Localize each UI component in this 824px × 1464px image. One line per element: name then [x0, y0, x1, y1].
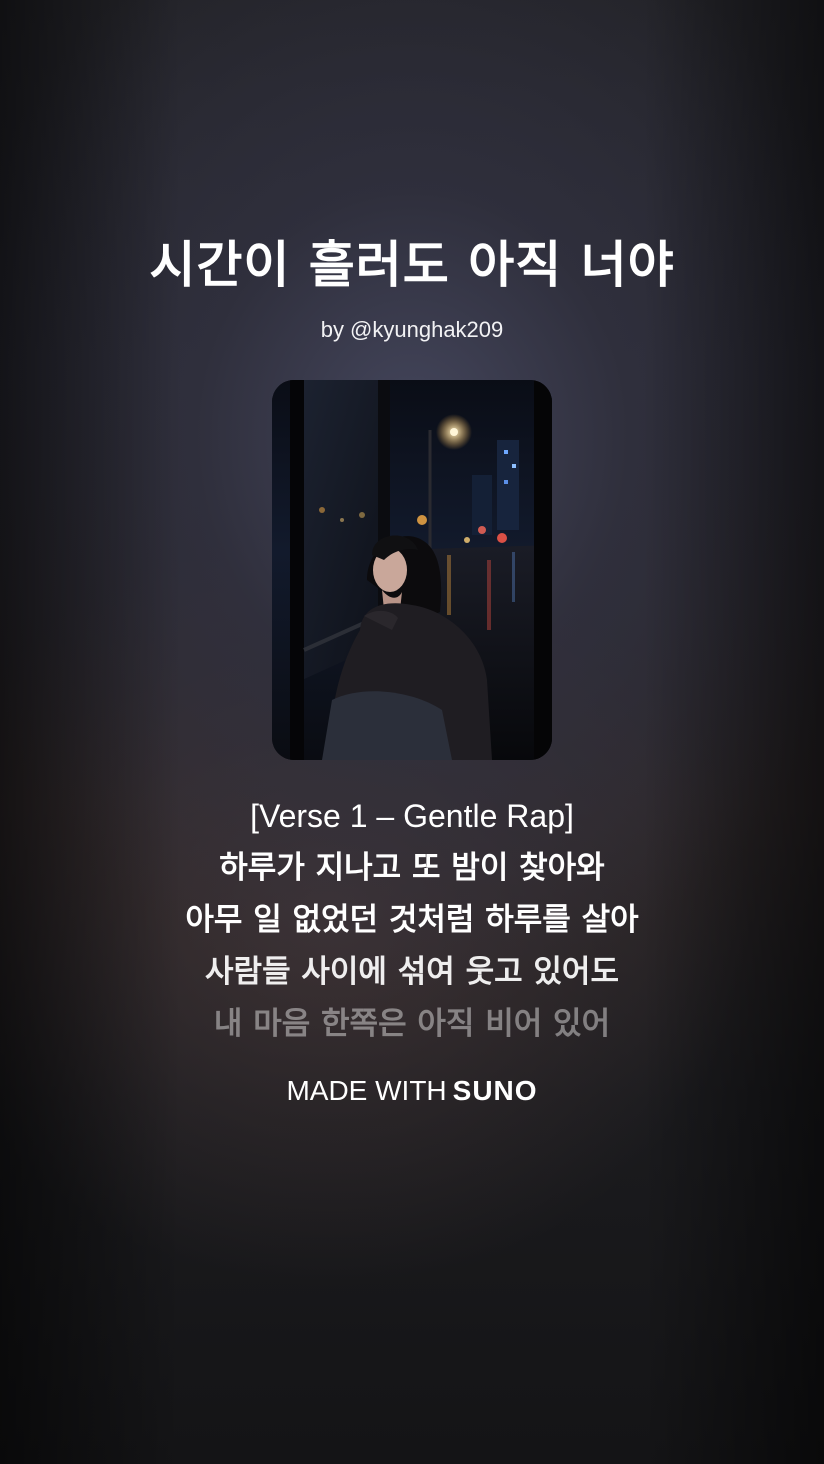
album-cover-image	[272, 380, 552, 760]
album-cover	[272, 380, 552, 760]
made-with-label: MADE WITH	[286, 1075, 447, 1106]
suno-brand: SUNO	[452, 1075, 538, 1106]
lyric-line: 사람들 사이에 섞여 웃고 있어도	[205, 954, 619, 990]
lyrics-section-label: [Verse 1 – Gentle Rap]	[250, 798, 574, 834]
made-with-footer: MADE WITH SUNO	[0, 1074, 824, 1108]
song-title: 시간이 흘러도 아직 너야	[149, 236, 675, 294]
lyrics-panel: [Verse 1 – Gentle Rap] 하루가 지나고 또 밤이 찾아와 …	[0, 790, 824, 1050]
lyric-line: 하루가 지나고 또 밤이 찾아와	[219, 850, 605, 886]
lyric-line: 아무 일 없었던 것처럼 하루를 살아	[185, 902, 639, 938]
song-author: by @kyunghak209	[320, 317, 504, 342]
lyric-line: 내 마음 한쪽은 아직 비어 있어	[213, 1006, 611, 1042]
